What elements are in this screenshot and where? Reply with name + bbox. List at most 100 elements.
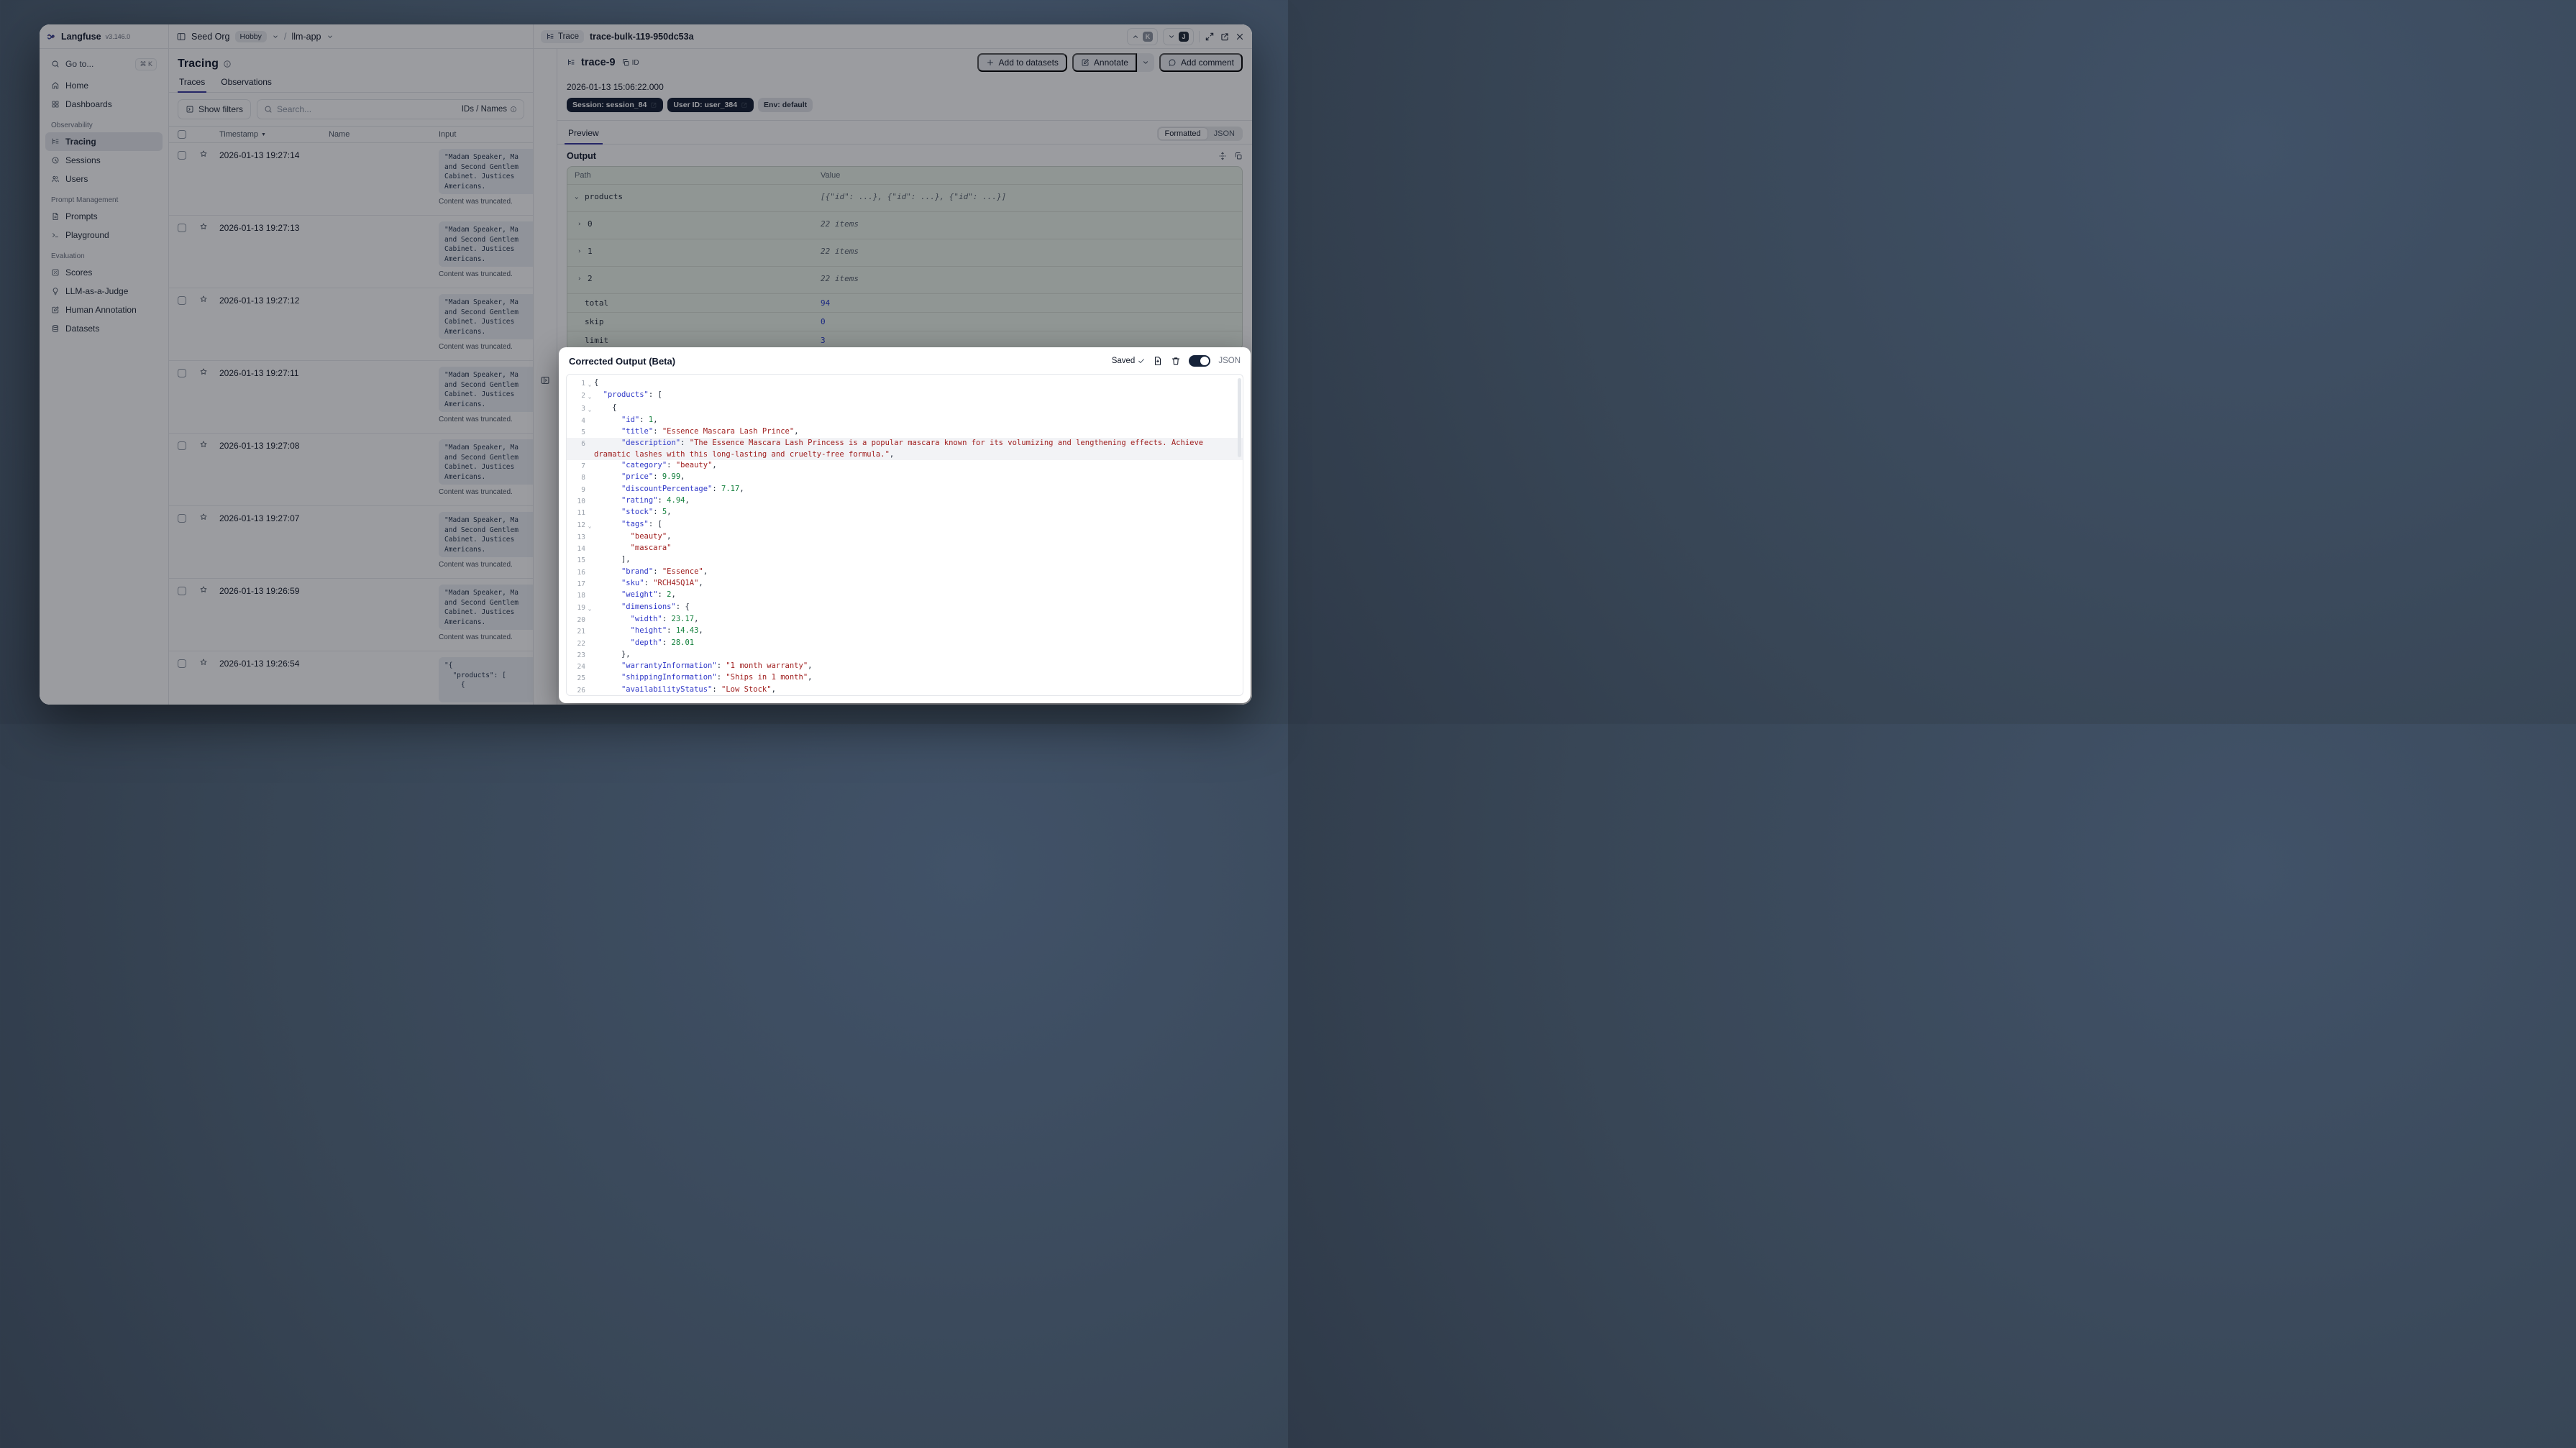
code-content: ],: [594, 555, 631, 564]
code-line: 17 "sku": "RCH45Q1A",: [567, 578, 1243, 590]
code-line: 16 "brand": "Essence",: [567, 567, 1243, 578]
code-line: 7 "category": "beauty",: [567, 460, 1243, 472]
code-content: "shippingInformation": "Ships in 1 month…: [621, 673, 813, 682]
code-line: 15 ],: [567, 554, 1243, 566]
json-editor[interactable]: 1 ⌄{2 ⌄ "products": [3 ⌄ {4 "id": 1, 5 "titl…: [566, 374, 1243, 696]
code-content: {: [594, 378, 599, 387]
line-number: 10: [577, 497, 585, 505]
code-content: "discountPercentage": 7.17,: [621, 484, 744, 493]
code-line: 23 },: [567, 649, 1243, 661]
code-content: "stock": 5,: [621, 508, 672, 517]
code-content: "mascara": [630, 544, 672, 553]
line-number: 20: [577, 615, 585, 624]
code-content: "rating": 4.94,: [621, 495, 690, 505]
line-number: 3: [581, 404, 585, 413]
check-icon: [1138, 357, 1145, 365]
code-line: 10 "rating": 4.94,: [567, 495, 1243, 507]
code-line: 1 ⌄{: [567, 377, 1243, 390]
line-number: 8: [581, 474, 585, 482]
code-line: 4 "id": 1,: [567, 415, 1243, 426]
line-number: 5: [581, 429, 585, 437]
code-content: "id": 1,: [621, 415, 658, 424]
line-number: 6: [581, 440, 585, 449]
code-content: "width": 23.17,: [630, 614, 699, 623]
app-window: Langfuse v3.146.0 Go to... ⌘ K Home Dashb…: [40, 24, 1252, 705]
code-content: "title": "Essence Mascara Lash Prince",: [621, 427, 799, 436]
code-line: 14 "mascara": [567, 543, 1243, 554]
code-content: "warrantyInformation": "1 month warranty…: [621, 661, 813, 671]
code-line: 20 "width": 23.17,: [567, 614, 1243, 626]
line-number: 15: [577, 556, 585, 565]
line-number: 4: [581, 416, 585, 425]
code-content: "dimensions": {: [621, 602, 690, 611]
line-number: 1: [581, 380, 585, 388]
fold-icon[interactable]: ⌄: [585, 403, 594, 415]
file-diff-icon[interactable]: [1153, 356, 1163, 366]
code-line: 22 "depth": 28.01: [567, 638, 1243, 649]
code-content: "depth": 28.01: [630, 638, 695, 647]
line-number: 24: [577, 663, 585, 672]
fold-icon[interactable]: ⌄: [585, 390, 594, 402]
code-line: 19 ⌄ "dimensions": {: [567, 602, 1243, 614]
code-line: 11 "stock": 5,: [567, 507, 1243, 518]
line-number: 17: [577, 580, 585, 589]
line-number: 22: [577, 639, 585, 648]
code-line: 21 "height": 14.43,: [567, 626, 1243, 637]
code-line: 9 "discountPercentage": 7.17,: [567, 484, 1243, 495]
code-content: "sku": "RCH45Q1A",: [621, 579, 703, 588]
trash-icon[interactable]: [1171, 356, 1181, 366]
code-line: 2 ⌄ "products": [: [567, 390, 1243, 402]
code-line: 18 "weight": 2,: [567, 590, 1243, 601]
fold-icon[interactable]: ⌄: [585, 602, 594, 614]
code-content: "brand": "Essence",: [621, 567, 708, 576]
code-content: "price": 9.99,: [621, 472, 685, 482]
corrected-output-panel: Corrected Output (Beta) Saved JSON 1 ⌄{2 ⌄…: [559, 347, 1251, 703]
line-number: 16: [577, 568, 585, 577]
line-number: 21: [577, 628, 585, 636]
code-line: 25 "shippingInformation": "Ships in 1 mo…: [567, 672, 1243, 684]
line-number: 25: [577, 674, 585, 683]
code-content: "products": [: [603, 390, 662, 400]
editor-scrollbar[interactable]: [1238, 378, 1241, 457]
fold-icon[interactable]: ⌄: [585, 519, 594, 531]
code-line: 5 "title": "Essence Mascara Lash Prince"…: [567, 426, 1243, 438]
line-number: 14: [577, 545, 585, 554]
json-toggle[interactable]: [1189, 355, 1211, 367]
code-content: "tags": [: [621, 519, 662, 528]
code-line: 6 "description": "The Essence Mascara La…: [567, 438, 1243, 461]
saved-status: Saved: [1112, 357, 1146, 365]
corrected-output-title: Corrected Output (Beta): [569, 355, 676, 367]
line-number: 23: [577, 651, 585, 659]
code-content: },: [594, 649, 631, 659]
code-line: 12 ⌄ "tags": [: [567, 519, 1243, 531]
code-content: "availabilityStatus": "Low Stock",: [621, 684, 776, 694]
line-number: 18: [577, 592, 585, 600]
code-content: "category": "beauty",: [621, 461, 717, 470]
code-line: 13 "beauty",: [567, 531, 1243, 543]
code-line: 3 ⌄ {: [567, 403, 1243, 415]
line-number: 26: [577, 686, 585, 695]
fold-icon[interactable]: ⌄: [585, 377, 594, 390]
line-number: 7: [581, 462, 585, 471]
code-line: 26 "availabilityStatus": "Low Stock",: [567, 684, 1243, 695]
code-content: "description": "The Essence Mascara Lash…: [594, 439, 1208, 459]
line-number: 19: [577, 603, 585, 612]
